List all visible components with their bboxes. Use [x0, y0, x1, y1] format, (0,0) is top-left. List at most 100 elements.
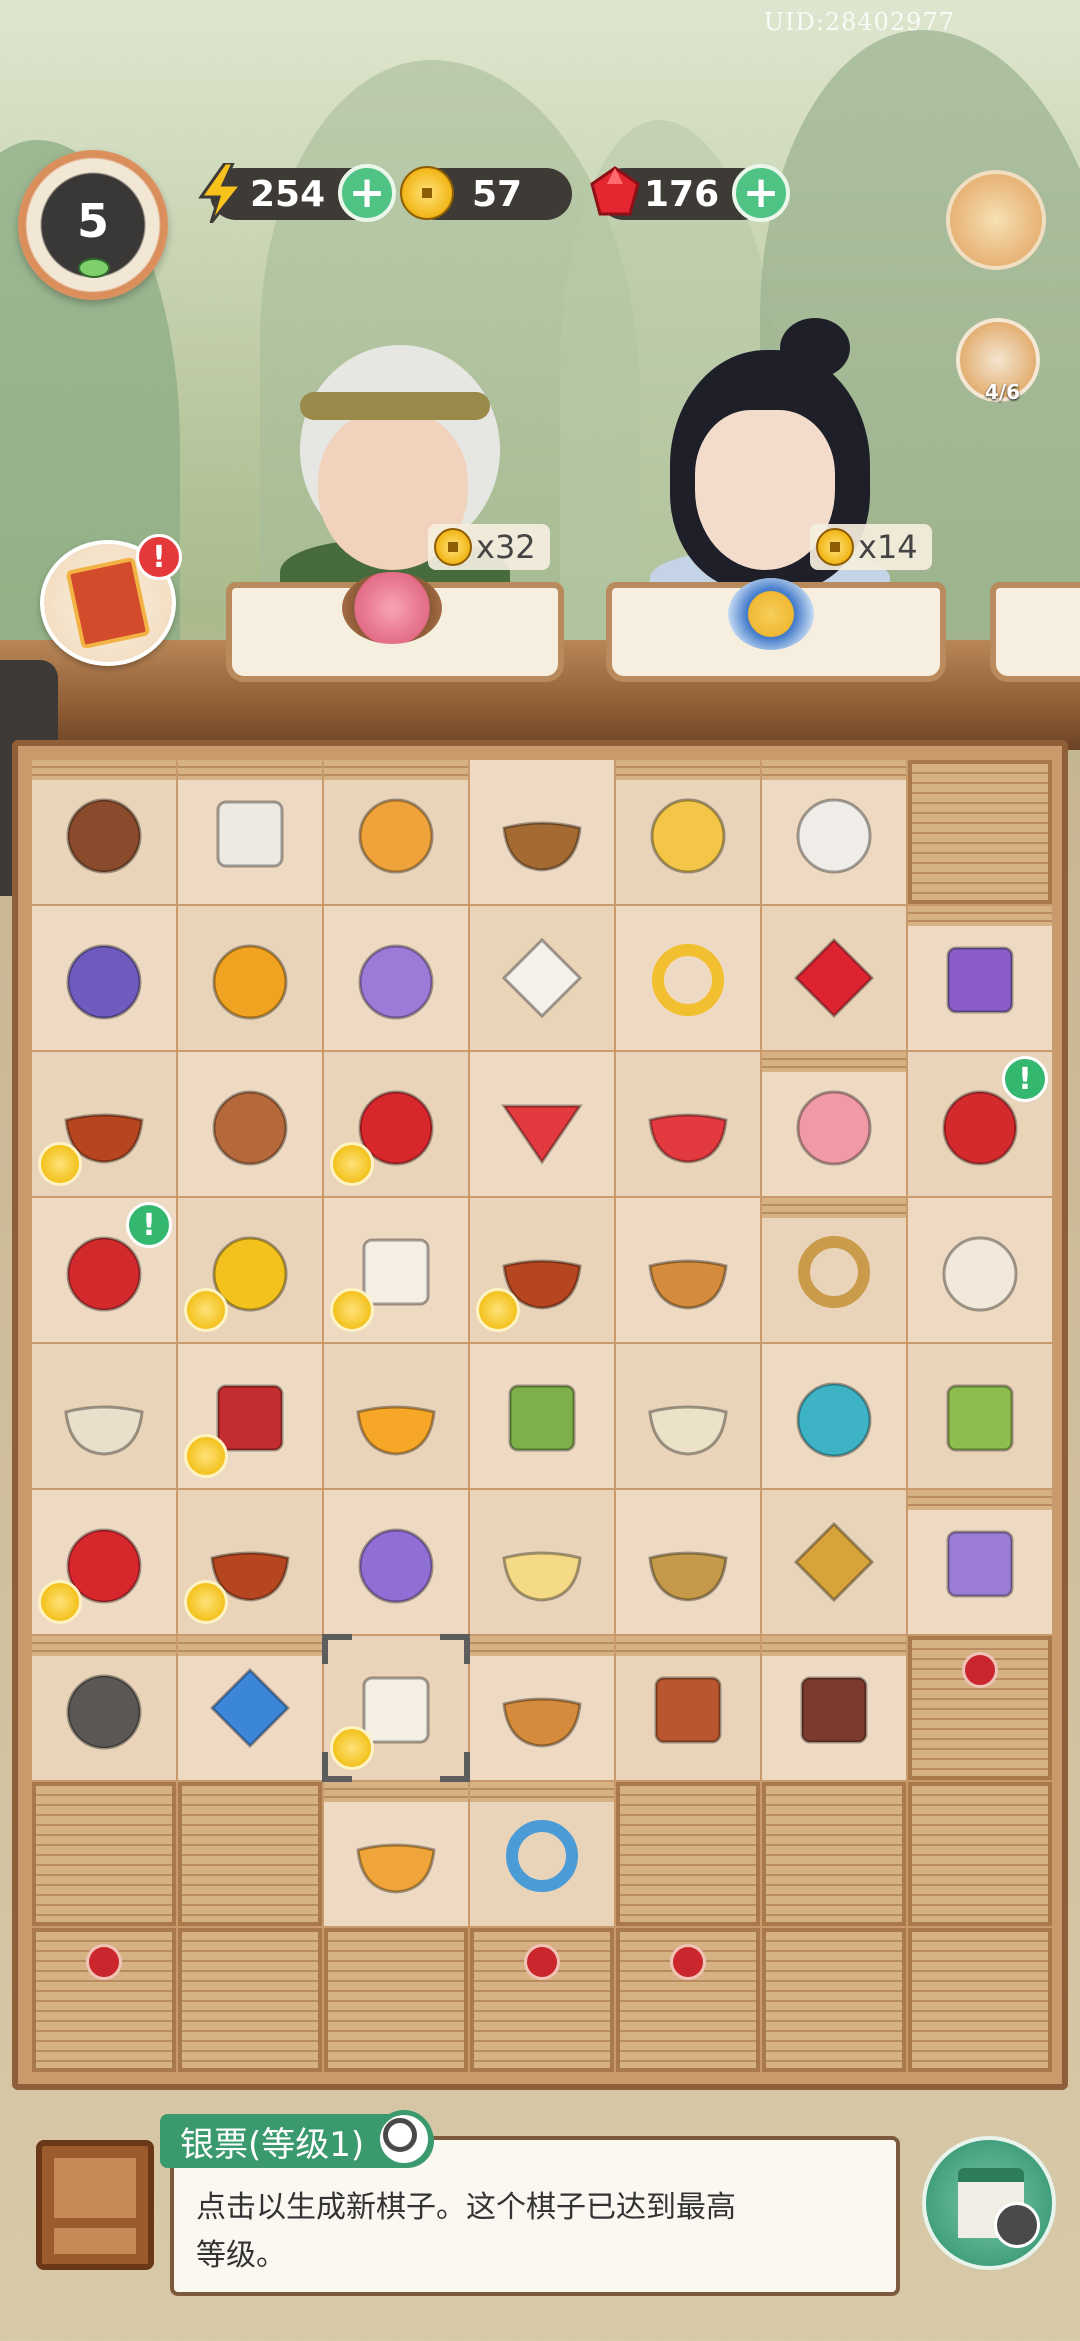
locked-board-cell[interactable]: [908, 1636, 1052, 1780]
board-cell[interactable]: [908, 1344, 1052, 1488]
teapot-set-icon: [784, 1366, 884, 1466]
locked-board-cell[interactable]: [908, 1928, 1052, 2072]
board-cell[interactable]: [324, 1490, 468, 1634]
board-cell[interactable]: [908, 1490, 1052, 1634]
board-cell[interactable]: [32, 1344, 176, 1488]
rice-cake-icon: [492, 928, 592, 1028]
board-cell[interactable]: [324, 1344, 468, 1488]
gem-counter: 176 +: [590, 164, 790, 222]
locked-board-cell[interactable]: [908, 1782, 1052, 1926]
locked-board-cell[interactable]: [32, 1782, 176, 1926]
board-cell[interactable]: [178, 760, 322, 904]
board-cell[interactable]: [32, 906, 176, 1050]
clay-gourd-icon: [200, 1074, 300, 1174]
board-cell[interactable]: [616, 1052, 760, 1196]
storage-cabinet-button[interactable]: [36, 2140, 154, 2270]
board-cell[interactable]: [616, 906, 760, 1050]
board-cell[interactable]: [32, 760, 176, 904]
board-cell[interactable]: [762, 1636, 906, 1780]
bamboo-blind-strip: [178, 1636, 322, 1656]
board-cell[interactable]: [178, 1344, 322, 1488]
locked-board-cell[interactable]: [762, 1928, 906, 2072]
locked-board-cell[interactable]: [908, 760, 1052, 904]
dried-fish-bowl-icon: [638, 1220, 738, 1320]
incense-burner-icon: [492, 782, 592, 882]
board-cell[interactable]: [762, 1344, 906, 1488]
locked-board-cell[interactable]: [178, 1928, 322, 2072]
bamboo-blind-strip: [324, 760, 468, 780]
order-plate[interactable]: [990, 582, 1080, 682]
elder-headband: [300, 392, 490, 420]
add-gems-button[interactable]: +: [732, 164, 790, 222]
board-cell[interactable]: [470, 1344, 614, 1488]
board-cell[interactable]: [324, 1198, 468, 1342]
board-cell[interactable]: [324, 1052, 468, 1196]
red-knot-icon: [86, 1944, 122, 1980]
board-cell[interactable]: [762, 1490, 906, 1634]
board-cell[interactable]: [762, 1198, 906, 1342]
locked-board-cell[interactable]: [616, 1782, 760, 1926]
board-cell[interactable]: [762, 1052, 906, 1196]
board-cell[interactable]: [32, 1052, 176, 1196]
locked-board-cell[interactable]: [470, 1928, 614, 2072]
red-knot-icon: [962, 1652, 998, 1688]
board-cell[interactable]: [470, 760, 614, 904]
board-cell[interactable]: [616, 1344, 760, 1488]
board-cell[interactable]: [762, 906, 906, 1050]
board-cell[interactable]: [324, 906, 468, 1050]
board-cell[interactable]: !: [908, 1052, 1052, 1196]
gold-ring-icon: [638, 928, 738, 1028]
board-cell[interactable]: [178, 1198, 322, 1342]
player-level-badge[interactable]: 5: [18, 150, 168, 300]
cinnamon-bundle-icon: [638, 1658, 738, 1758]
gold-energy-gourd-icon: [200, 928, 300, 1028]
add-energy-button[interactable]: +: [338, 164, 396, 222]
watermelon-wedge-icon: [638, 1074, 738, 1174]
blue-gem-icon: [200, 1658, 300, 1758]
board-cell[interactable]: [762, 760, 906, 904]
board-cell[interactable]: [470, 1052, 614, 1196]
gem-value: 176: [644, 173, 720, 215]
coin-generator-icon: [184, 1434, 228, 1478]
magnifier-icon[interactable]: [375, 2110, 433, 2168]
board-cell[interactable]: [616, 1490, 760, 1634]
board-cell[interactable]: [470, 1782, 614, 1926]
board-cell[interactable]: [616, 1198, 760, 1342]
locked-board-cell[interactable]: [762, 1782, 906, 1926]
board-cell[interactable]: [178, 1636, 322, 1780]
locked-board-cell[interactable]: [32, 1928, 176, 2072]
board-cell[interactable]: [178, 1490, 322, 1634]
pavilion-shop-button[interactable]: [922, 2136, 1056, 2270]
board-cell[interactable]: [178, 1052, 322, 1196]
shrine-icon[interactable]: [946, 170, 1046, 270]
board-cell[interactable]: [178, 906, 322, 1050]
board-cell[interactable]: [32, 1636, 176, 1780]
board-cell[interactable]: !: [32, 1198, 176, 1342]
board-cell[interactable]: [470, 1198, 614, 1342]
bamboo-bundle-icon: [930, 1366, 1030, 1466]
purple-pouch-icon: [346, 928, 446, 1028]
board-cell[interactable]: [908, 1198, 1052, 1342]
purple-energy-gourd-icon: [54, 928, 154, 1028]
board-cell[interactable]: [470, 906, 614, 1050]
board-cell[interactable]: [616, 760, 760, 904]
red-knot-icon: [524, 1944, 560, 1980]
coin-generator-icon: [184, 1288, 228, 1332]
ruby-gems-icon: [784, 928, 884, 1028]
board-cell[interactable]: [616, 1636, 760, 1780]
locked-board-cell[interactable]: [324, 1928, 468, 2072]
board-cell[interactable]: [324, 1782, 468, 1926]
board-cell[interactable]: [470, 1636, 614, 1780]
peach-bun-icon: [784, 1074, 884, 1174]
board-cell[interactable]: [322, 1634, 470, 1782]
locked-board-cell[interactable]: [616, 1928, 760, 2072]
board-cell[interactable]: [32, 1490, 176, 1634]
board-cell[interactable]: [324, 760, 468, 904]
red-knot-icon: [670, 1944, 706, 1980]
nest-icon: [54, 782, 154, 882]
locked-board-cell[interactable]: [178, 1782, 322, 1926]
board-cell[interactable]: [908, 906, 1052, 1050]
wooden-box-icon: [784, 1658, 884, 1758]
chick-nest-icon: [638, 782, 738, 882]
board-cell[interactable]: [470, 1490, 614, 1634]
